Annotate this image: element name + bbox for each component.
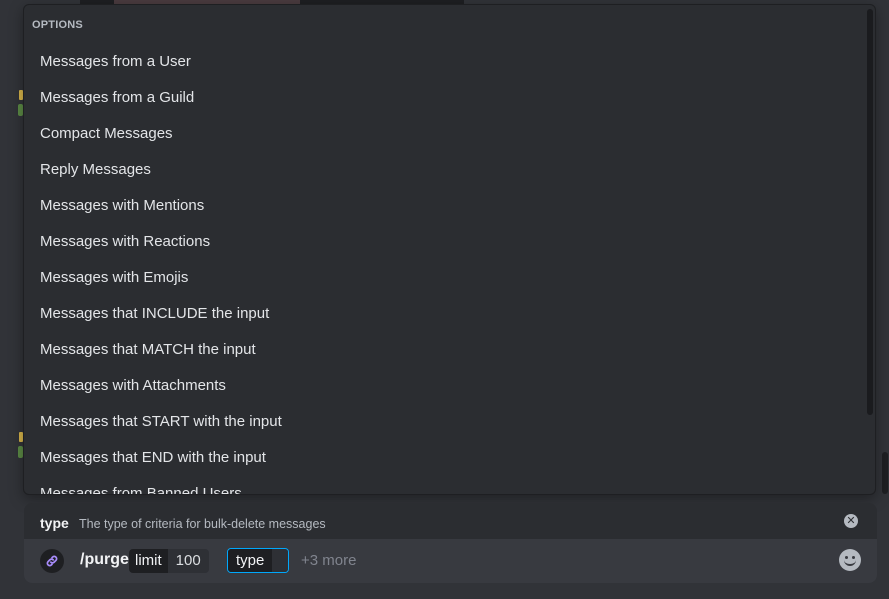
more-params[interactable]: +3 more bbox=[301, 552, 356, 569]
command-composer: type The type of criteria for bulk-delet… bbox=[24, 503, 877, 583]
option-item[interactable]: Messages from a User bbox=[32, 45, 865, 79]
option-item[interactable]: Compact Messages bbox=[32, 117, 865, 151]
options-list: Messages from a User Messages from a Gui… bbox=[24, 45, 865, 494]
option-item[interactable]: Messages with Attachments bbox=[32, 369, 865, 403]
command-name: /purge bbox=[80, 551, 129, 568]
param-chip-limit[interactable]: limit 100 bbox=[129, 549, 209, 573]
option-info-description: The type of criteria for bulk-delete mes… bbox=[79, 517, 326, 531]
option-item[interactable]: Messages that MATCH the input bbox=[32, 333, 865, 367]
close-icon[interactable]: ✕ bbox=[844, 514, 858, 528]
option-item[interactable]: Messages with Emojis bbox=[32, 261, 865, 295]
option-item[interactable]: Messages with Reactions bbox=[32, 225, 865, 259]
option-item[interactable]: Reply Messages bbox=[32, 153, 865, 187]
options-scrollbar-thumb[interactable] bbox=[867, 9, 873, 415]
option-item[interactable]: Messages from Banned Users bbox=[32, 477, 865, 494]
param-chip-type[interactable]: type bbox=[227, 548, 290, 573]
param-value[interactable]: 100 bbox=[167, 549, 209, 573]
options-scrollbar[interactable] bbox=[867, 9, 873, 492]
param-value[interactable] bbox=[272, 549, 289, 572]
option-info-name: type bbox=[40, 515, 69, 531]
option-item[interactable]: Messages that END with the input bbox=[32, 441, 865, 475]
option-item[interactable]: Messages with Mentions bbox=[32, 189, 865, 223]
link-icon[interactable] bbox=[40, 549, 64, 573]
options-popup: OPTIONS Messages from a User Messages fr… bbox=[23, 4, 876, 495]
command-input[interactable]: /purge limit 100 type +3 more bbox=[24, 539, 877, 583]
option-item[interactable]: Messages from a Guild bbox=[32, 81, 865, 115]
chat-scrollbar[interactable] bbox=[880, 0, 889, 599]
option-info-bar: type The type of criteria for bulk-delet… bbox=[24, 503, 877, 539]
smiley-icon[interactable] bbox=[839, 549, 861, 571]
param-key: type bbox=[228, 549, 273, 572]
param-key: limit bbox=[129, 549, 168, 573]
option-item[interactable]: Messages that INCLUDE the input bbox=[32, 297, 865, 331]
option-item[interactable]: Messages that START with the input bbox=[32, 405, 865, 439]
options-header: OPTIONS bbox=[32, 19, 83, 31]
